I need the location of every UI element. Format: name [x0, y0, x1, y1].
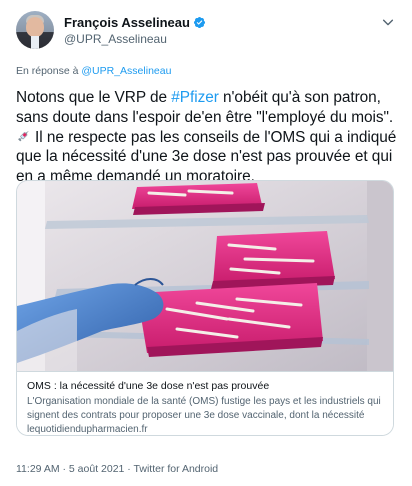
more-options-chevron-icon[interactable] — [380, 14, 396, 30]
author-block: François Asselineau @UPR_Asselineau — [64, 15, 206, 46]
card-title[interactable]: OMS : la nécessité d'une 3e dose n'est p… — [27, 380, 383, 392]
tweet[interactable]: François Asselineau @UPR_Asselineau En r… — [0, 0, 412, 486]
tweet-text: Notons que le VRP de #Pfizer n'obéit qu'… — [16, 88, 401, 187]
link-card[interactable]: OMS : la nécessité d'une 3e dose n'est p… — [16, 180, 394, 436]
avatar-face — [26, 17, 44, 37]
card-image-illustration — [17, 181, 393, 371]
card-domain: lequotidiendupharmacien.fr — [27, 424, 148, 435]
reply-mention-link[interactable]: @UPR_Asselineau — [81, 65, 171, 77]
hashtag-link[interactable]: #Pfizer — [171, 89, 219, 106]
card-image[interactable] — [17, 181, 393, 371]
author-name-row: François Asselineau — [64, 15, 206, 30]
reply-context: En réponse à @UPR_Asselineau — [16, 65, 397, 77]
tweet-text-part3: Il ne respecte pas les conseils de l'OMS… — [16, 128, 397, 186]
tweet-header: François Asselineau @UPR_Asselineau — [16, 10, 397, 50]
tweet-text-part1: Notons que le VRP de — [16, 89, 172, 106]
avatar-shirt — [31, 36, 39, 49]
reply-prefix: En réponse à — [16, 65, 79, 77]
author-handle[interactable]: @UPR_Asselineau — [64, 32, 206, 46]
syringe-icon — [16, 129, 31, 143]
card-description: L'Organisation mondiale de la santé (OMS… — [27, 396, 381, 421]
card-info[interactable]: OMS : la nécessité d'une 3e dose n'est p… — [17, 371, 393, 435]
author-display-name[interactable]: François Asselineau — [64, 15, 190, 30]
tweet-timestamp[interactable]: 11:29 AM · 5 août 2021 · Twitter for And… — [16, 463, 218, 475]
avatar[interactable] — [16, 11, 54, 49]
verified-badge-icon — [193, 16, 206, 29]
